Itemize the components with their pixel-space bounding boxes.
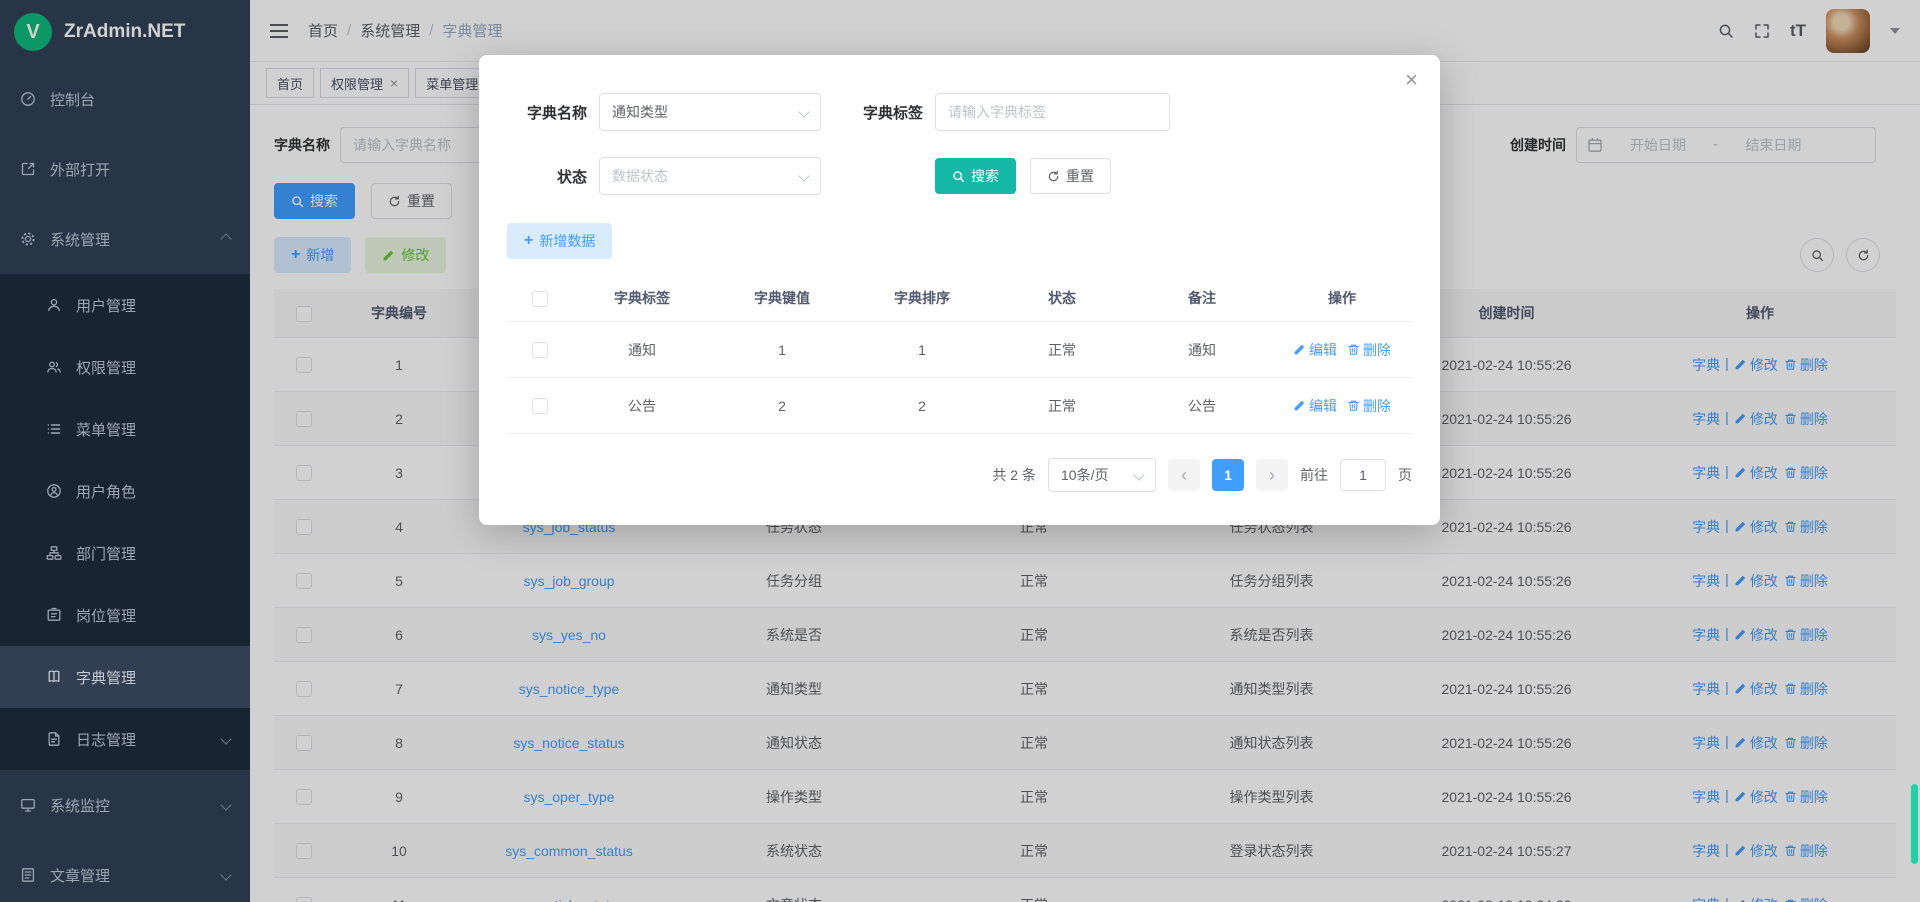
dict-data-table: 字典标签 字典键值 字典排序 状态 备注 操作 通知 1 1 正常 通知 (507, 275, 1412, 434)
header-status: 状态 (992, 275, 1132, 322)
pencil-icon (1293, 343, 1306, 356)
trash-icon (1347, 399, 1360, 412)
row-edit-link[interactable]: 编辑 (1293, 340, 1337, 360)
app-root: V ZrAdmin.NET 控制台 外部打开 系统管理 用户管理 (0, 0, 1920, 902)
dict-tag-input[interactable] (935, 93, 1170, 131)
modal-table-row: 通知 1 1 正常 通知 编辑 删除 (507, 322, 1412, 378)
next-page-button[interactable]: › (1256, 459, 1288, 491)
prev-page-button[interactable]: ‹ (1168, 459, 1200, 491)
modal-table-row: 公告 2 2 正常 公告 编辑 删除 (507, 378, 1412, 434)
select-all-checkbox[interactable] (532, 291, 548, 307)
row-checkbox[interactable] (532, 342, 548, 358)
modal-table-header-row: 字典标签 字典键值 字典排序 状态 备注 操作 (507, 275, 1412, 322)
pagination-total: 共 2 条 (992, 465, 1036, 485)
cell-dict-label: 通知 (572, 322, 712, 378)
page-size-value: 10条/页 (1061, 465, 1135, 485)
pencil-icon (1293, 399, 1306, 412)
search-icon (952, 170, 965, 183)
header-actions: 操作 (1272, 275, 1412, 322)
status-select-placeholder: 数据状态 (612, 166, 800, 186)
cell-dict-sort: 2 (852, 378, 992, 434)
dict-tag-label: 字典标签 (833, 102, 923, 123)
close-icon[interactable]: × (1405, 69, 1418, 91)
cell-remark: 通知 (1132, 322, 1272, 378)
scrollbar-thumb[interactable] (1911, 784, 1918, 864)
trash-icon (1347, 343, 1360, 356)
goto-page-input[interactable] (1340, 459, 1386, 491)
add-data-button[interactable]: + 新增数据 (507, 223, 612, 259)
cell-dict-value: 2 (712, 378, 852, 434)
header-dict-sort: 字典排序 (852, 275, 992, 322)
modal-search-button[interactable]: 搜索 (935, 158, 1016, 194)
plus-icon: + (524, 233, 533, 249)
chevron-down-icon (1133, 469, 1144, 480)
cell-dict-sort: 1 (852, 322, 992, 378)
header-dict-value: 字典键值 (712, 275, 852, 322)
page-unit-label: 页 (1398, 465, 1412, 485)
cell-status: 正常 (992, 378, 1132, 434)
page-size-select[interactable]: 10条/页 (1048, 458, 1156, 492)
dict-name-select[interactable]: 通知类型 (599, 93, 821, 131)
refresh-icon (1047, 170, 1060, 183)
status-select[interactable]: 数据状态 (599, 157, 821, 195)
cell-dict-label: 公告 (572, 378, 712, 434)
current-page-button[interactable]: 1 (1212, 459, 1244, 491)
cell-dict-value: 1 (712, 322, 852, 378)
goto-label: 前往 (1300, 465, 1328, 485)
status-label: 状态 (507, 166, 587, 187)
header-dict-label: 字典标签 (572, 275, 712, 322)
modal-reset-button[interactable]: 重置 (1030, 158, 1111, 194)
cell-actions: 编辑 删除 (1272, 322, 1412, 378)
chevron-down-icon (798, 106, 809, 117)
row-delete-link[interactable]: 删除 (1347, 340, 1391, 360)
dict-name-select-value: 通知类型 (612, 102, 800, 122)
chevron-down-icon (798, 170, 809, 181)
row-edit-link[interactable]: 编辑 (1293, 396, 1337, 416)
row-checkbox[interactable] (532, 398, 548, 414)
modal-button-group: 搜索 重置 (935, 158, 1170, 194)
cell-status: 正常 (992, 322, 1132, 378)
modal-filter-form: 字典名称 通知类型 字典标签 状态 数据状态 搜索 重置 (507, 93, 1412, 195)
cell-actions: 编辑 删除 (1272, 378, 1412, 434)
pagination: 共 2 条 10条/页 ‹ 1 › 前往 页 (507, 458, 1412, 492)
row-delete-link[interactable]: 删除 (1347, 396, 1391, 416)
modal-dict-name-label: 字典名称 (507, 102, 587, 123)
header-remark: 备注 (1132, 275, 1272, 322)
dict-data-modal: × 字典名称 通知类型 字典标签 状态 数据状态 搜索 (479, 55, 1440, 525)
cell-remark: 公告 (1132, 378, 1272, 434)
